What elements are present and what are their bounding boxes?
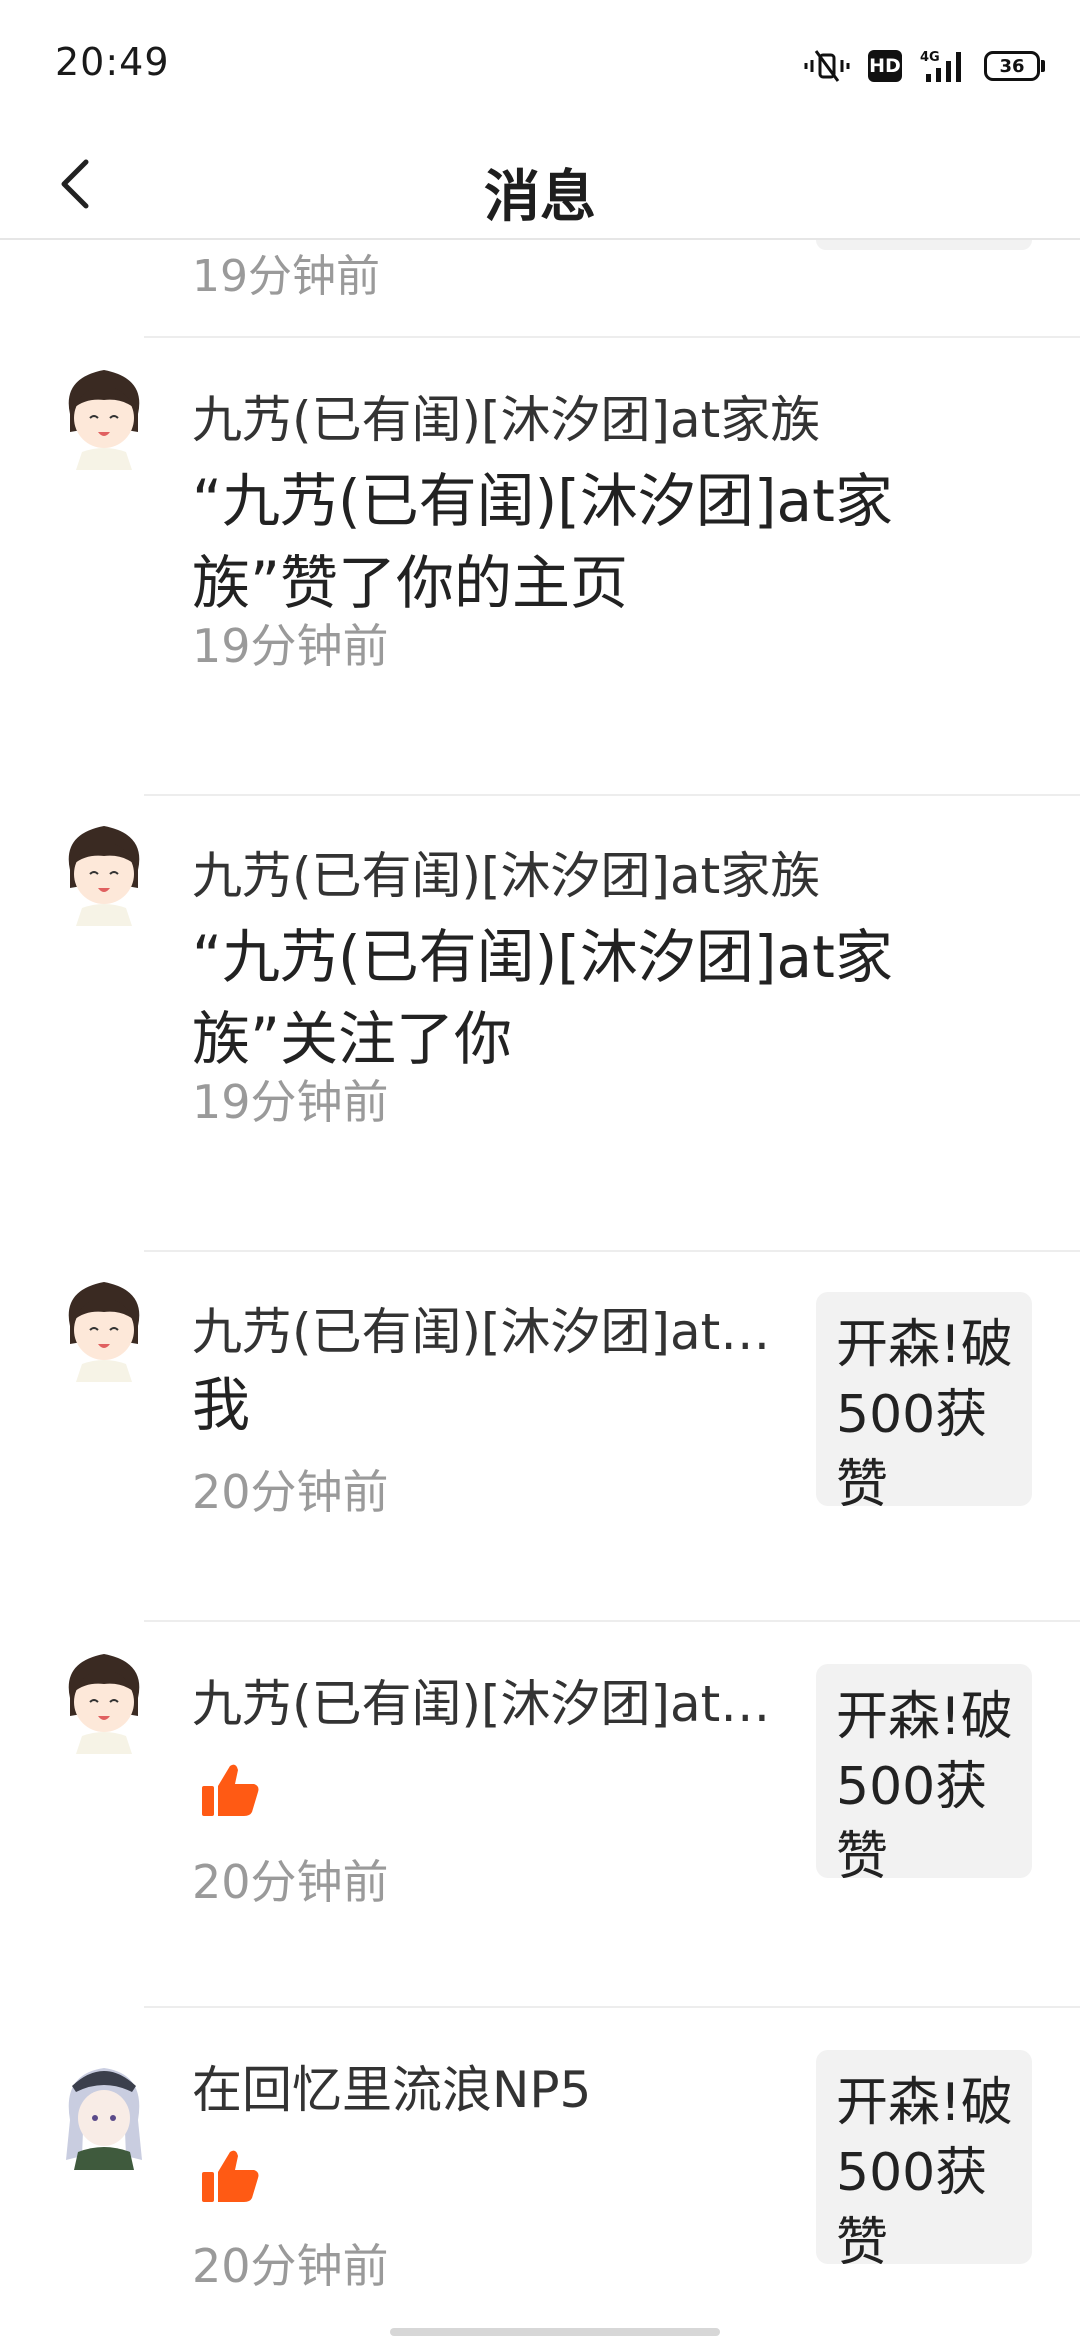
anime-girl-avatar[interactable]: [56, 1272, 152, 1382]
anime-girl-avatar[interactable]: [56, 816, 152, 926]
silver-hair-girl-avatar[interactable]: [56, 2060, 152, 2170]
item-time: 20分钟前: [192, 2239, 389, 2293]
item-time: 19分钟前: [192, 619, 389, 673]
item-time: 20分钟前: [192, 1465, 389, 1519]
svg-text:4G: 4G: [920, 50, 940, 65]
battery-icon: 36: [984, 51, 1045, 81]
post-thumbnail[interactable]: 开森!破500获赞: [816, 1292, 1032, 1506]
thumbnail-text: 开森!破500获赞: [836, 1687, 1013, 1878]
status-time: 20:49: [55, 40, 170, 84]
list-item[interactable]: 在回忆里流浪NP5 20分钟前 开森!破500获赞: [0, 2008, 1080, 2340]
status-bar: 20:49 HD 4G 36: [0, 0, 1080, 130]
thumbnail-text: 开森!破500获赞: [836, 2073, 1013, 2264]
anime-girl-avatar[interactable]: [56, 1644, 152, 1754]
sender-name[interactable]: 九艿(已有闺)[沐汐团]at家族: [192, 380, 892, 452]
page-title: 消息: [484, 165, 596, 230]
sender-name[interactable]: 在回忆里流浪NP5: [192, 2050, 792, 2122]
list-item[interactable]: 九艿(已有闺)[沐汐团]at家族 “九艿(已有闺)[沐汐团]at家族”关注了你 …: [0, 796, 1080, 1252]
sender-name[interactable]: 九艿(已有闺)[沐汐团]at家族: [192, 836, 892, 908]
message-content: “九艿(已有闺)[沐汐团]at家族”赞了你的主页: [192, 467, 893, 617]
sender-name[interactable]: 九艿(已有闺)[沐汐团]at家族: [192, 1292, 792, 1364]
post-thumbnail[interactable]: 开森!破500获赞: [816, 1664, 1032, 1878]
message-list[interactable]: 19分钟前 九艿(已有闺)[沐汐团]at家族 “九艿(已有闺)[沐汐团]at家族…: [0, 240, 1080, 2340]
header: 消息: [0, 130, 1080, 240]
list-item[interactable]: 九艿(已有闺)[沐汐团]at家族 我 20分钟前 开森!破500获赞: [0, 1252, 1080, 1622]
item-time: 20分钟前: [192, 1855, 389, 1909]
list-item-partial[interactable]: 19分钟前: [0, 240, 1080, 336]
thumbnail[interactable]: [816, 240, 1032, 250]
anime-girl-avatar[interactable]: [56, 360, 152, 470]
vibrate-mute-icon: [804, 50, 850, 82]
list-item[interactable]: 九艿(已有闺)[沐汐团]at家族 20分钟前 开森!破500获赞: [0, 1622, 1080, 2008]
home-indicator[interactable]: [390, 2328, 720, 2336]
item-time: 19分钟前: [192, 1075, 389, 1129]
thumbs-up-icon: [202, 1764, 259, 1816]
status-icons: HD 4G 36: [804, 46, 1045, 86]
sender-name[interactable]: 九艿(已有闺)[沐汐团]at家族: [192, 1664, 792, 1736]
item-time: 19分钟前: [192, 251, 380, 302]
post-thumbnail[interactable]: 开森!破500获赞: [816, 2050, 1032, 2264]
thumbnail-text: 开森!破500获赞: [836, 1315, 1013, 1506]
message-content: “九艿(已有闺)[沐汐团]at家族”关注了你: [192, 923, 893, 1073]
message-content: 我: [192, 1371, 251, 1439]
list-item[interactable]: 九艿(已有闺)[沐汐团]at家族 “九艿(已有闺)[沐汐团]at家族”赞了你的主…: [0, 338, 1080, 794]
signal-4g-icon: 4G: [920, 50, 961, 82]
thumbs-up-icon: [202, 2150, 259, 2202]
hd-icon: HD: [868, 50, 902, 82]
